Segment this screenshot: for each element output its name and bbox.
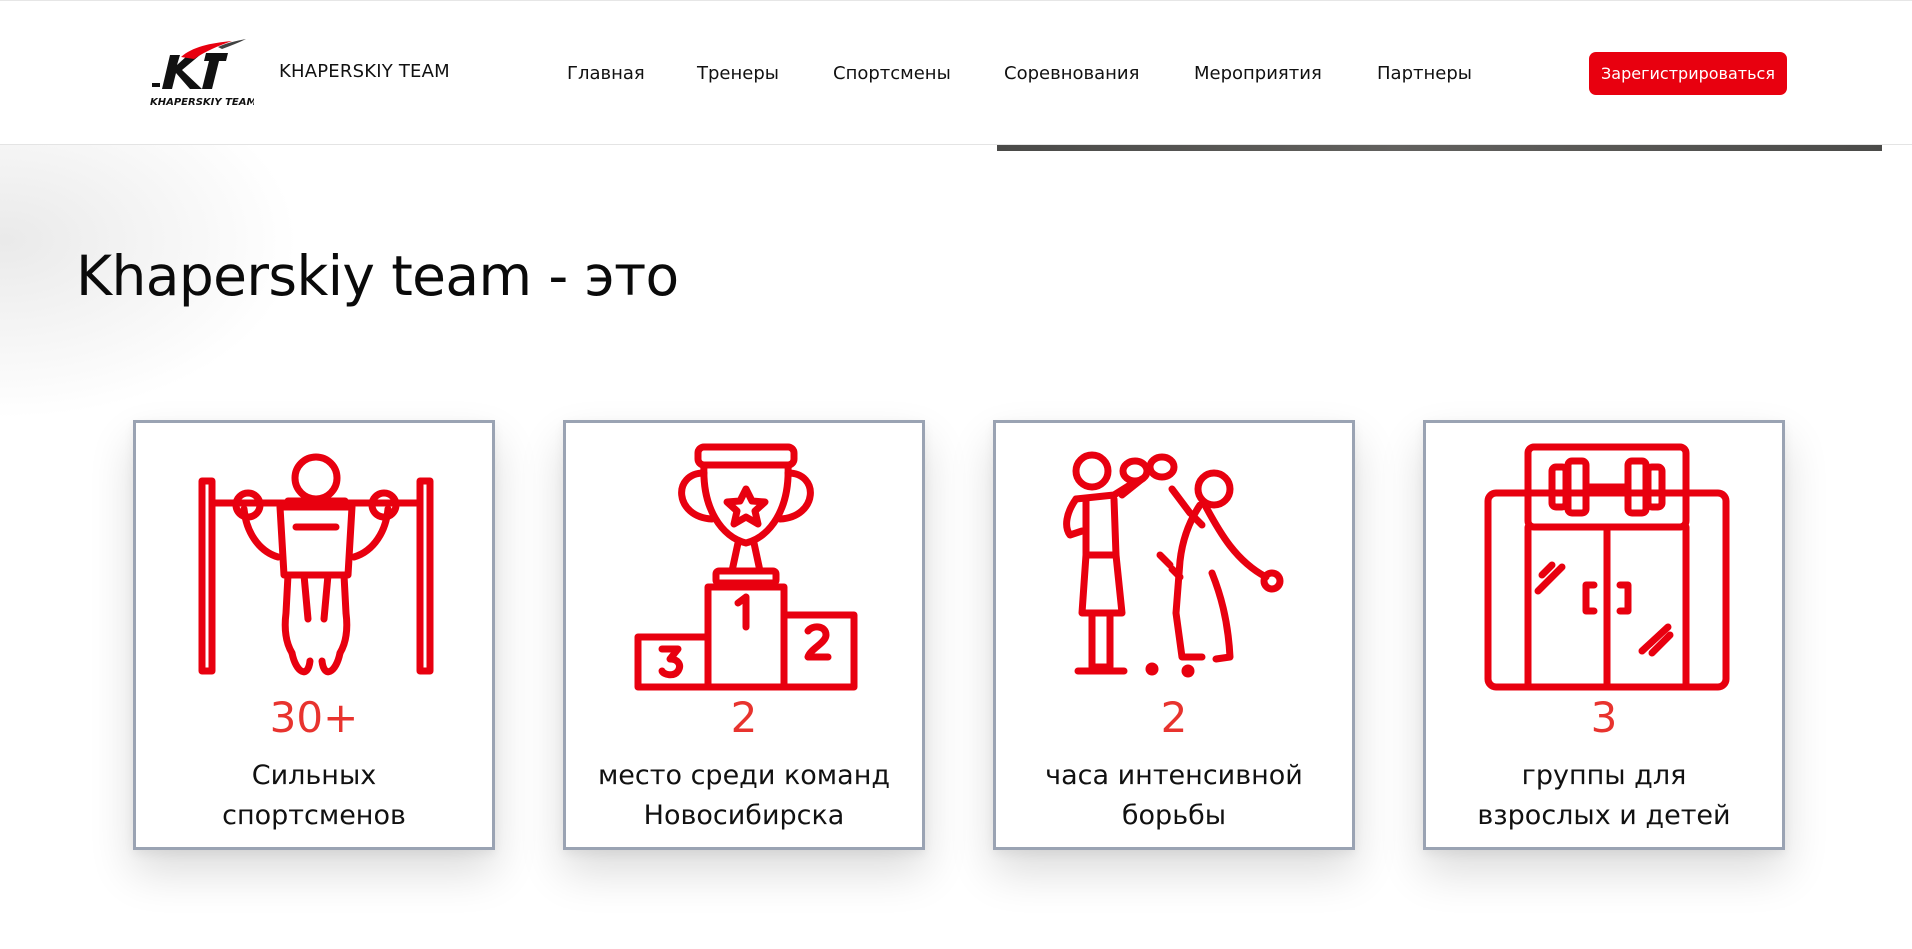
stat-description: Сильных спортсменов [136,756,492,836]
gym-icon [1482,443,1732,693]
nav-partners[interactable]: Партнеры [1377,63,1472,84]
stat-description: группы для взрослых и детей [1426,756,1782,836]
stat-value: 2 [1160,693,1188,742]
stat-description-line: группы для [1521,760,1687,791]
register-button[interactable]: Зарегистрироваться [1589,52,1787,95]
stat-description: часа интенсивной борьбы [996,756,1352,836]
nav-events[interactable]: Мероприятия [1194,63,1322,84]
nav-home[interactable]: Главная [567,63,645,84]
stat-description-line: место среди команд [597,760,891,791]
stat-card-groups: 3 группы для взрослых и детей [1423,420,1785,850]
stat-description-line: Сильных [251,760,377,791]
stat-card-training: 2 часа интенсивной борьбы [993,420,1355,850]
trophy-podium-icon [622,443,872,693]
stat-card-ranking: 2 место среди команд Новосибирска [563,420,925,850]
pull-up-icon [192,443,442,693]
brand-name[interactable]: KHAPERSKIY TEAM [279,61,450,82]
logo[interactable]: KHAPERSKIY TEAM [148,35,257,111]
nav-competitions[interactable]: Соревнования [1004,63,1139,84]
hero-image-edge [997,145,1882,151]
stat-description-line: Новосибирска [643,800,845,831]
stat-description-line: спортсменов [222,800,406,831]
stat-description-line: взрослых и детей [1477,800,1731,831]
stat-value: 3 [1590,693,1618,742]
stat-value: 30+ [269,693,359,742]
stat-description: место среди команд Новосибирска [566,756,922,836]
stat-card-athletes: 30+ Сильных спортсменов [133,420,495,850]
site-header: KHAPERSKIY TEAM KHAPERSKIY TEAM Главная … [0,0,1912,145]
svg-text:KHAPERSKIY TEAM: KHAPERSKIY TEAM [150,97,254,108]
stat-value: 2 [730,693,758,742]
stat-description-line: борьбы [1121,800,1227,831]
martial-arts-icon [1052,443,1302,693]
nav-coaches[interactable]: Тренеры [697,63,779,84]
section-title: Khaperskiy team - это [76,244,679,308]
stat-description-line: часа интенсивной [1045,760,1303,791]
logo-mark-icon: KHAPERSKIY TEAM [150,39,257,108]
nav-athletes[interactable]: Спортсмены [833,63,951,84]
page: KHAPERSKIY TEAM KHAPERSKIY TEAM Главная … [0,0,1912,949]
